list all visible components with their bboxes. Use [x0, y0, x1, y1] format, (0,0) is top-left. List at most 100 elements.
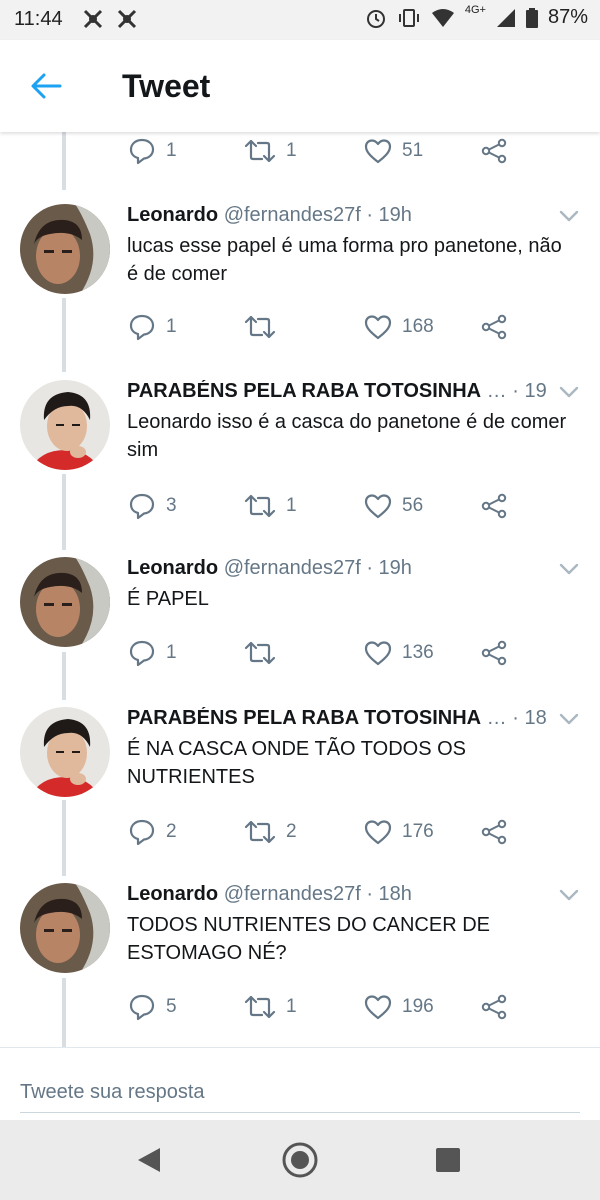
- nav-recents-icon[interactable]: [428, 1140, 468, 1180]
- tweet[interactable]: PARABÉNS PELA RABA TOTOSINHA … · 19h Leo…: [0, 380, 600, 524]
- vibrate-icon: [398, 8, 419, 27]
- like-button[interactable]: 136: [364, 633, 434, 673]
- like-count: 176: [402, 821, 434, 842]
- tweet-time: 18h: [524, 707, 547, 729]
- tweet-text: É PAPEL: [127, 588, 209, 610]
- page-title: Tweet: [122, 68, 211, 104]
- like-icon: [364, 995, 392, 1020]
- retweet-button[interactable]: [244, 633, 286, 673]
- avatar[interactable]: [20, 204, 110, 294]
- notification-app-icon: [117, 9, 137, 29]
- retweet-button[interactable]: 1: [244, 486, 297, 526]
- share-button[interactable]: [480, 633, 508, 673]
- author-name[interactable]: Leonardo: [127, 557, 218, 579]
- tweet[interactable]: PARABÉNS PELA RABA TOTOSINHA … · 18h É N…: [0, 707, 600, 851]
- status-bar: 11:44 4G+ 87%: [0, 0, 600, 40]
- wifi-icon: [431, 8, 454, 27]
- like-count: 168: [402, 316, 434, 337]
- tweet-actions: 1 168: [128, 307, 528, 347]
- retweet-count: 2: [286, 821, 297, 842]
- network-type: 4G+: [464, 3, 486, 16]
- author-name[interactable]: Leonardo: [127, 883, 218, 905]
- author-handle[interactable]: @fernandes27f: [224, 883, 361, 905]
- author-name[interactable]: PARABÉNS PELA RABA TOTOSINHA: [127, 380, 481, 402]
- avatar-image: [20, 883, 110, 973]
- tweet-actions: 1 136: [128, 633, 528, 673]
- reply-icon: [129, 994, 155, 1021]
- retweet-button[interactable]: 2: [244, 812, 297, 852]
- reply-button[interactable]: 1: [128, 131, 177, 171]
- retweet-icon: [244, 139, 276, 163]
- tweet-header: Leonardo @fernandes27f · 19h: [127, 557, 412, 579]
- share-icon: [481, 138, 507, 164]
- tweet-actions: 5 1 196: [128, 987, 528, 1027]
- reply-count: 2: [166, 821, 177, 842]
- author-handle[interactable]: @fernandes27f: [224, 557, 361, 579]
- reply-button[interactable]: 1: [128, 633, 177, 673]
- tweet-header: PARABÉNS PELA RABA TOTOSINHA … · 19h: [127, 380, 547, 403]
- like-icon: [364, 820, 392, 845]
- battery-percent: 87%: [547, 6, 588, 28]
- nav-back-icon[interactable]: [130, 1140, 170, 1180]
- app-bar: Tweet: [0, 40, 600, 132]
- share-button[interactable]: [480, 307, 508, 347]
- avatar-image: [20, 380, 110, 470]
- author-handle[interactable]: @fernandes27f: [224, 204, 361, 226]
- system-nav-bar: [0, 1120, 600, 1200]
- like-count: 56: [402, 495, 424, 516]
- like-button[interactable]: 196: [364, 987, 434, 1027]
- reply-button[interactable]: 5: [128, 987, 177, 1027]
- share-icon: [481, 994, 507, 1020]
- reply-button[interactable]: 2: [128, 812, 177, 852]
- reply-icon: [129, 493, 155, 520]
- notification-app-icon: [83, 9, 103, 29]
- tweet-text: É NA CASCA ONDE TÃO TODOS OS NUTRIENTES: [127, 738, 466, 788]
- like-icon: [364, 315, 392, 340]
- retweet-button[interactable]: 1: [244, 131, 297, 171]
- retweet-count: 1: [286, 996, 297, 1017]
- like-button[interactable]: 56: [364, 486, 423, 526]
- avatar[interactable]: [20, 707, 110, 797]
- like-count: 196: [402, 996, 434, 1017]
- tweet[interactable]: Leonardo @fernandes27f · 19h lucas esse …: [0, 204, 600, 348]
- chevron-down-icon[interactable]: [558, 208, 580, 224]
- retweet-count: 1: [286, 495, 297, 516]
- reply-button[interactable]: 3: [128, 486, 177, 526]
- reply-count: 5: [166, 996, 177, 1017]
- tweet-text: Leonardo isso é a casca do panetone é de…: [127, 411, 567, 461]
- author-name[interactable]: Leonardo: [127, 204, 218, 226]
- like-button[interactable]: 176: [364, 812, 434, 852]
- reply-icon: [129, 314, 155, 341]
- author-name[interactable]: PARABÉNS PELA RABA TOTOSINHA: [127, 707, 481, 729]
- like-button[interactable]: 51: [364, 131, 423, 171]
- like-button[interactable]: 168: [364, 307, 434, 347]
- tweet-text: lucas esse papel é uma forma pro paneton…: [127, 235, 562, 285]
- share-icon: [481, 819, 507, 845]
- chevron-down-icon[interactable]: [558, 561, 580, 577]
- retweet-button[interactable]: 1: [244, 987, 297, 1027]
- share-button[interactable]: [480, 131, 508, 171]
- chevron-down-icon[interactable]: [558, 887, 580, 903]
- avatar[interactable]: [20, 380, 110, 470]
- share-button[interactable]: [480, 987, 508, 1027]
- back-arrow-icon[interactable]: [30, 72, 62, 100]
- chevron-down-icon[interactable]: [558, 711, 580, 727]
- share-icon: [481, 493, 507, 519]
- reply-button[interactable]: 1: [128, 307, 177, 347]
- chevron-down-icon[interactable]: [558, 384, 580, 400]
- signal-icon: [496, 8, 515, 27]
- tweet[interactable]: Leonardo @fernandes27f · 19h É PAPEL 1 1…: [0, 557, 600, 677]
- retweet-button[interactable]: [244, 307, 286, 347]
- tweet[interactable]: Leonardo @fernandes27f · 18h TODOS NUTRI…: [0, 883, 600, 1027]
- avatar[interactable]: [20, 883, 110, 973]
- retweet-count: 1: [286, 140, 297, 161]
- share-button[interactable]: [480, 812, 508, 852]
- tweet-actions: 3 1 56: [128, 486, 528, 526]
- share-button[interactable]: [480, 486, 508, 526]
- like-icon: [364, 139, 392, 164]
- nav-home-icon[interactable]: [280, 1140, 320, 1180]
- reply-input[interactable]: [20, 1072, 580, 1113]
- battery-icon: [525, 7, 538, 28]
- tweet-time: 18h: [378, 883, 412, 905]
- avatar[interactable]: [20, 557, 110, 647]
